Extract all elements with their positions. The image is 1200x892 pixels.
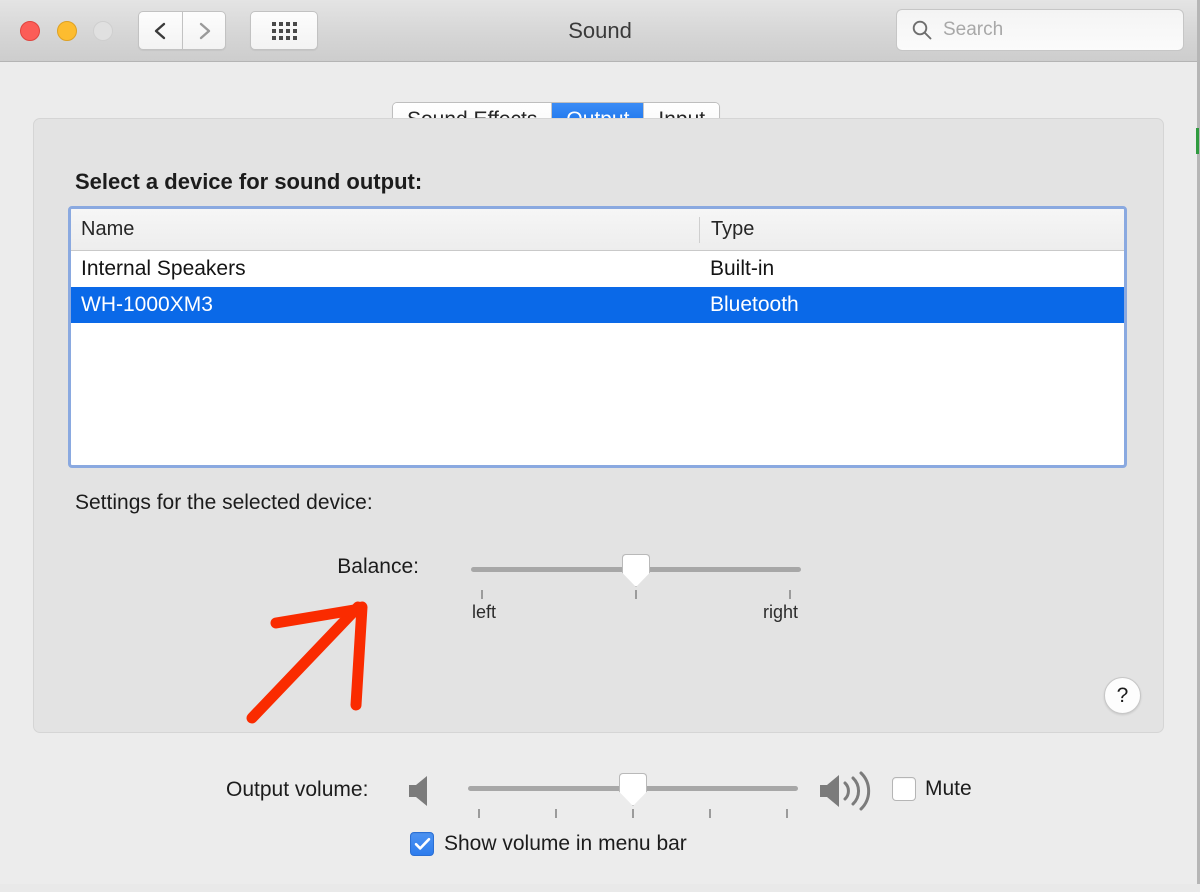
column-header-type[interactable]: Type bbox=[699, 216, 1124, 243]
speaker-mute-icon bbox=[409, 776, 427, 806]
output-volume-label: Output volume: bbox=[226, 778, 369, 801]
window-titlebar: Sound bbox=[0, 0, 1200, 62]
search-field[interactable] bbox=[896, 9, 1184, 51]
show-volume-checkbox[interactable] bbox=[410, 832, 434, 856]
balance-slider-thumb[interactable] bbox=[622, 554, 650, 587]
settings-section-label: Settings for the selected device: bbox=[75, 491, 373, 514]
balance-tick-left bbox=[481, 590, 483, 599]
output-volume-slider[interactable] bbox=[468, 773, 798, 818]
search-input[interactable] bbox=[943, 19, 1143, 41]
volume-tick-3 bbox=[632, 809, 634, 818]
table-row[interactable]: Internal Speakers Built-in bbox=[71, 251, 1124, 287]
volume-slider-thumb[interactable] bbox=[619, 773, 647, 806]
mute-checkbox[interactable] bbox=[892, 777, 916, 801]
volume-tick-1 bbox=[478, 809, 480, 818]
show-volume-control[interactable]: Show volume in menu bar bbox=[410, 832, 687, 856]
balance-slider[interactable]: left right bbox=[471, 554, 801, 622]
show-volume-label: Show volume in menu bar bbox=[444, 832, 687, 855]
volume-tick-4 bbox=[709, 809, 711, 818]
balance-tick-right bbox=[789, 590, 791, 599]
panel-heading: Select a device for sound output: bbox=[75, 169, 423, 194]
output-device-table[interactable]: Name Type Internal Speakers Built-in WH-… bbox=[68, 206, 1127, 468]
table-header-row: Name Type bbox=[71, 209, 1124, 251]
window-bottom-edge bbox=[0, 884, 1200, 892]
sound-preferences-window: Sound Sound Effects Output Input Select … bbox=[0, 0, 1200, 892]
mute-label: Mute bbox=[925, 777, 972, 800]
volume-tick-2 bbox=[555, 809, 557, 818]
speaker-loud-icon bbox=[820, 771, 871, 811]
balance-label: Balance: bbox=[337, 555, 419, 578]
device-name: WH-1000XM3 bbox=[81, 293, 213, 316]
help-button[interactable]: ? bbox=[1104, 677, 1141, 714]
balance-tick-center bbox=[635, 590, 637, 599]
mute-control[interactable]: Mute bbox=[892, 777, 972, 801]
balance-right-label: right bbox=[763, 602, 799, 622]
device-type: Bluetooth bbox=[710, 293, 799, 316]
background-window-sliver bbox=[1196, 128, 1199, 154]
volume-tick-5 bbox=[786, 809, 788, 818]
search-icon bbox=[912, 20, 932, 40]
balance-left-label: left bbox=[472, 602, 497, 622]
checkmark-icon bbox=[414, 837, 430, 850]
table-row[interactable]: WH-1000XM3 Bluetooth bbox=[71, 287, 1124, 323]
device-type: Built-in bbox=[710, 257, 775, 280]
output-settings-panel: Select a device for sound output: Name T… bbox=[33, 118, 1164, 733]
column-header-name[interactable]: Name bbox=[71, 218, 699, 241]
device-name: Internal Speakers bbox=[81, 257, 246, 280]
